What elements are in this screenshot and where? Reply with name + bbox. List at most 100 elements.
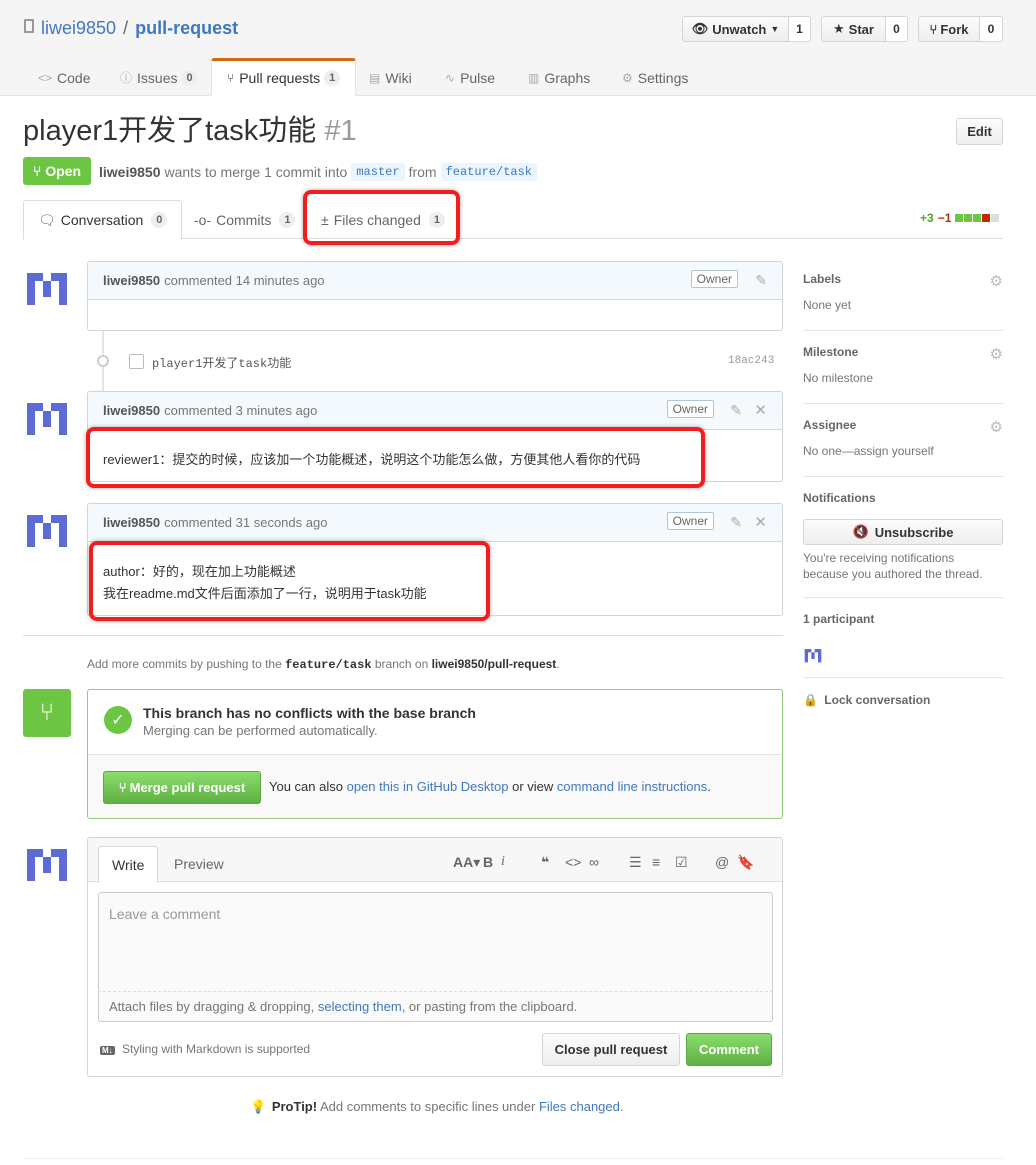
sidebar-notifications: Notifications 🔇 Unsubscribe You're recei…: [803, 491, 1003, 598]
tab-commits[interactable]: -o- Commits 1: [180, 200, 309, 239]
markdown-icon: M↓: [100, 1046, 115, 1055]
reponav-pull-requests[interactable]: ⑂ Pull requests 1: [211, 58, 357, 96]
star-count[interactable]: 0: [886, 16, 908, 42]
light-bulb-icon: 💡: [250, 1099, 267, 1114]
issue-opened-icon: ⓘ: [120, 71, 133, 85]
task-list-icon[interactable]: ☑: [675, 854, 715, 871]
reponav-graphs[interactable]: ▥ Graphs: [513, 59, 605, 96]
pr-meta: liwei9850 wants to merge 1 commit into m…: [99, 160, 537, 184]
reponav-wiki[interactable]: ▤ Wiki: [354, 59, 427, 96]
pr-author-link[interactable]: liwei9850: [99, 164, 161, 180]
pencil-icon[interactable]: ✎: [730, 402, 742, 419]
cli-link[interactable]: command line instructions: [557, 779, 707, 794]
fork-count[interactable]: 0: [980, 16, 1003, 42]
ordered-list-icon[interactable]: ≡: [652, 854, 675, 871]
lock-conversation[interactable]: 🔒 Lock conversation: [803, 693, 930, 707]
gear-icon[interactable]: ⚙: [990, 418, 1003, 436]
comment-author[interactable]: liwei9850: [103, 515, 160, 530]
merge-also-text: You can also: [269, 779, 343, 794]
comment-button[interactable]: Comment: [686, 1033, 772, 1066]
bookmark-icon[interactable]: 🔖: [737, 854, 754, 871]
sidebar-labels: Labels ⚙ None yet: [803, 272, 1003, 331]
repo-name-link[interactable]: pull-request: [135, 18, 238, 38]
close-icon[interactable]: ✕: [754, 401, 767, 419]
bold-icon[interactable]: B: [483, 854, 501, 871]
pencil-icon[interactable]: ✎: [730, 514, 742, 531]
comment-header: liwei9850 commented 14 minutes ago: [88, 262, 782, 300]
comment-composer: Write Preview AA▾ B i ❝ <> ∞ ☰ ≡ ☑ @ 🔖 L…: [87, 837, 783, 1077]
commit-message[interactable]: player1开发了task功能: [152, 354, 291, 371]
desktop-link[interactable]: open this in GitHub Desktop: [347, 779, 509, 794]
watch-button[interactable]: 👁 Unwatch ▼: [682, 16, 789, 42]
tab-preview[interactable]: Preview: [161, 846, 237, 882]
protip-files-link[interactable]: Files changed: [539, 1099, 620, 1114]
mention-icon[interactable]: @: [715, 854, 737, 871]
comment-discussion-icon: 🗨: [38, 211, 56, 228]
tab-write[interactable]: Write: [98, 846, 159, 883]
gear-icon: ⚙: [622, 70, 633, 85]
mute-icon: 🔇: [852, 524, 869, 539]
labels-title[interactable]: Labels: [803, 272, 1003, 286]
merge-end-text: .: [707, 779, 711, 794]
commit-dot-icon: [97, 355, 109, 367]
unsubscribe-button[interactable]: 🔇 Unsubscribe: [803, 519, 1003, 545]
gear-icon[interactable]: ⚙: [990, 272, 1003, 290]
link-icon[interactable]: ∞: [589, 854, 629, 871]
tab-conversation[interactable]: 🗨 Conversation 0: [23, 200, 183, 240]
reponav-pulse-label: Pulse: [460, 69, 496, 86]
repo-owner-link[interactable]: liwei9850: [41, 18, 116, 38]
comment-author[interactable]: liwei9850: [103, 403, 160, 418]
assignee-title[interactable]: Assignee: [803, 418, 1003, 432]
fork-button[interactable]: ⑂ Fork: [918, 16, 980, 42]
base-branch[interactable]: master: [351, 163, 405, 181]
pencil-icon[interactable]: ✎: [755, 272, 767, 289]
comment-placeholder: Leave a comment: [109, 906, 221, 922]
edit-title-button[interactable]: Edit: [956, 118, 1003, 145]
repo-icon: [24, 19, 34, 33]
star-button[interactable]: ★ Star: [821, 16, 886, 42]
git-pull-request-icon: ⑂: [32, 163, 42, 179]
comment-author[interactable]: liwei9850: [103, 273, 160, 288]
milestone-value: No milestone: [803, 371, 874, 385]
merge-text: wants to merge 1 commit into: [164, 164, 348, 180]
reponav-pulse[interactable]: ∿ Pulse: [430, 59, 510, 96]
reponav-code-label: Code: [57, 69, 91, 86]
close-pull-request-button[interactable]: Close pull request: [542, 1033, 680, 1066]
text-size-icon[interactable]: AA▾: [453, 854, 483, 871]
push-hint-mid: branch on: [374, 657, 429, 671]
merge-alternatives: You can also open this in GitHub Desktop…: [269, 779, 711, 794]
reponav-code[interactable]: <> Code: [23, 59, 105, 96]
participant-avatar[interactable]: [803, 644, 823, 664]
attach-bar[interactable]: Attach files by dragging & dropping, sel…: [98, 991, 773, 1022]
avatar[interactable]: [23, 503, 71, 551]
repo-separator: /: [123, 18, 129, 38]
notif-reason-line2: because you authored the thread.: [803, 567, 983, 581]
commit-sha[interactable]: 18ac243: [728, 355, 774, 367]
avatar[interactable]: [23, 837, 71, 885]
merge-pull-request-button[interactable]: ⑂ Merge pull request: [103, 771, 261, 804]
watch-count[interactable]: 1: [789, 16, 811, 42]
reponav-issues[interactable]: ⓘ Issues 0: [105, 59, 213, 96]
gear-icon[interactable]: ⚙: [990, 345, 1003, 363]
caret-down-icon: ▼: [770, 24, 780, 34]
unordered-list-icon[interactable]: ☰: [629, 854, 652, 871]
additions-count: +3: [920, 211, 934, 225]
reponav-settings[interactable]: ⚙ Settings: [607, 59, 703, 96]
markdown-note[interactable]: M↓ Styling with Markdown is supported: [100, 1042, 310, 1056]
milestone-title[interactable]: Milestone: [803, 345, 1003, 359]
markdown-note-text: Styling with Markdown is supported: [122, 1042, 311, 1056]
code-icon[interactable]: <>: [565, 854, 589, 871]
italic-icon[interactable]: i: [501, 854, 541, 871]
close-icon[interactable]: ✕: [754, 513, 767, 531]
merge-status-subtitle: Merging can be performed automatically.: [143, 723, 378, 738]
markdown-toolbar: AA▾ B i ❝ <> ∞ ☰ ≡ ☑ @ 🔖: [453, 854, 754, 871]
sidebar-assignee: Assignee ⚙ No one—assign yourself: [803, 418, 1003, 477]
quote-icon[interactable]: ❝: [541, 854, 565, 871]
assignee-value[interactable]: No one—assign yourself: [803, 444, 1003, 458]
select-files-link[interactable]: selecting them: [318, 999, 402, 1014]
head-branch[interactable]: feature/task: [440, 163, 537, 181]
footer-divider: [23, 1158, 1003, 1159]
owner-badge: Owner: [690, 270, 738, 288]
avatar[interactable]: [23, 261, 71, 309]
avatar[interactable]: [23, 391, 71, 439]
